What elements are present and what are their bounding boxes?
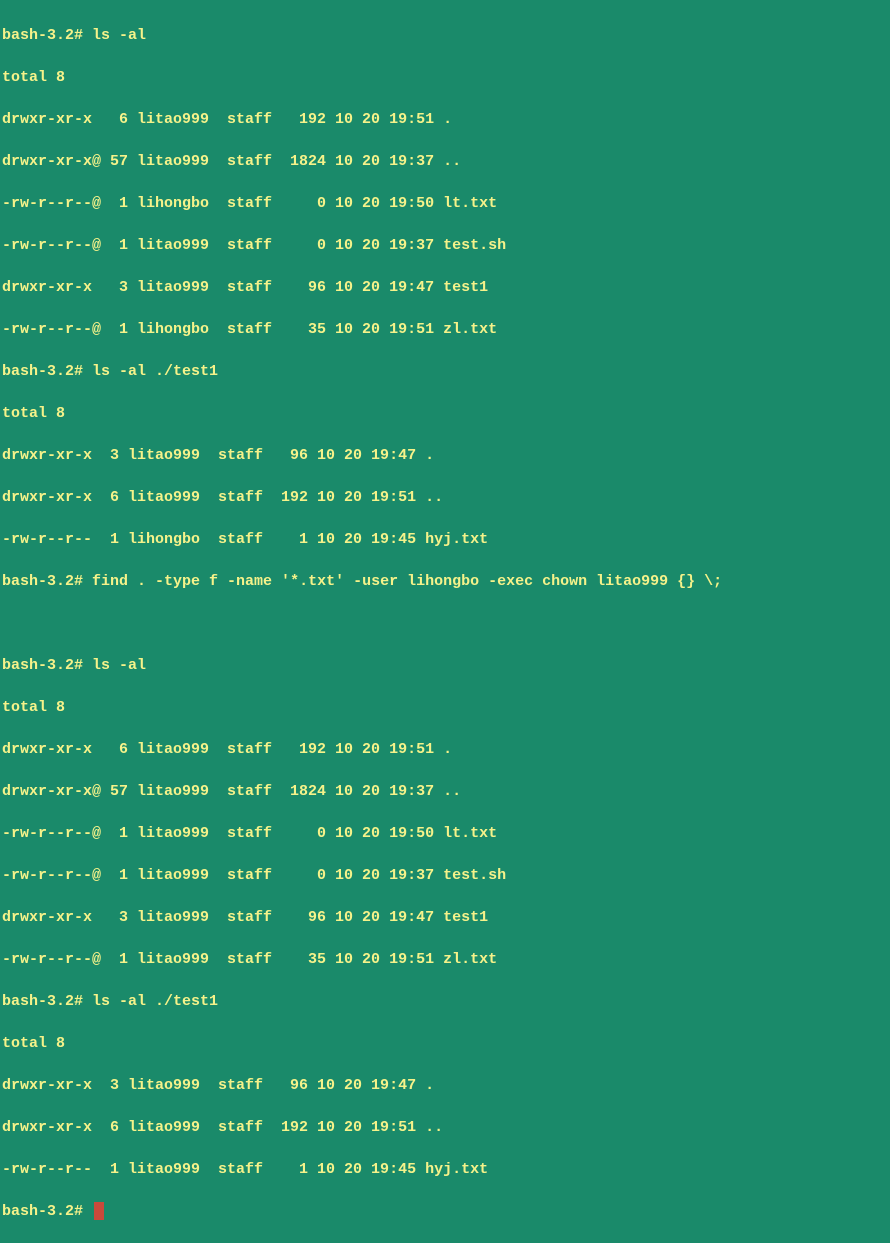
command-line: bash-3.2# ls -al bbox=[2, 655, 888, 676]
command-line: bash-3.2# ls -al ./test1 bbox=[2, 361, 888, 382]
output-total: total 8 bbox=[2, 67, 888, 88]
cursor-icon bbox=[94, 1202, 104, 1220]
file-entry: drwxr-xr-x 6 litao999 staff 192 10 20 19… bbox=[2, 1117, 888, 1138]
file-entry: -rw-r--r--@ 1 litao999 staff 35 10 20 19… bbox=[2, 949, 888, 970]
file-entry: -rw-r--r--@ 1 litao999 staff 0 10 20 19:… bbox=[2, 235, 888, 256]
file-entry: -rw-r--r--@ 1 litao999 staff 0 10 20 19:… bbox=[2, 865, 888, 886]
output-total: total 8 bbox=[2, 1033, 888, 1054]
output-total: total 8 bbox=[2, 403, 888, 424]
file-entry: drwxr-xr-x 3 litao999 staff 96 10 20 19:… bbox=[2, 445, 888, 466]
file-entry: drwxr-xr-x 3 litao999 staff 96 10 20 19:… bbox=[2, 907, 888, 928]
file-entry: drwxr-xr-x 6 litao999 staff 192 10 20 19… bbox=[2, 487, 888, 508]
file-entry: drwxr-xr-x@ 57 litao999 staff 1824 10 20… bbox=[2, 151, 888, 172]
prompt-line[interactable]: bash-3.2# bbox=[2, 1201, 888, 1222]
terminal-output[interactable]: bash-3.2# ls -al total 8 drwxr-xr-x 6 li… bbox=[2, 4, 888, 1243]
file-entry: -rw-r--r-- 1 lihongbo staff 1 10 20 19:4… bbox=[2, 529, 888, 550]
command-line: bash-3.2# ls -al bbox=[2, 25, 888, 46]
command-line: bash-3.2# ls -al ./test1 bbox=[2, 991, 888, 1012]
file-entry: -rw-r--r--@ 1 litao999 staff 0 10 20 19:… bbox=[2, 823, 888, 844]
blank-line bbox=[2, 613, 888, 634]
file-entry: drwxr-xr-x@ 57 litao999 staff 1824 10 20… bbox=[2, 781, 888, 802]
file-entry: drwxr-xr-x 3 litao999 staff 96 10 20 19:… bbox=[2, 277, 888, 298]
file-entry: -rw-r--r--@ 1 lihongbo staff 35 10 20 19… bbox=[2, 319, 888, 340]
file-entry: drwxr-xr-x 6 litao999 staff 192 10 20 19… bbox=[2, 109, 888, 130]
file-entry: drwxr-xr-x 3 litao999 staff 96 10 20 19:… bbox=[2, 1075, 888, 1096]
output-total: total 8 bbox=[2, 697, 888, 718]
file-entry: -rw-r--r--@ 1 lihongbo staff 0 10 20 19:… bbox=[2, 193, 888, 214]
command-line: bash-3.2# find . -type f -name '*.txt' -… bbox=[2, 571, 888, 592]
file-entry: -rw-r--r-- 1 litao999 staff 1 10 20 19:4… bbox=[2, 1159, 888, 1180]
file-entry: drwxr-xr-x 6 litao999 staff 192 10 20 19… bbox=[2, 739, 888, 760]
